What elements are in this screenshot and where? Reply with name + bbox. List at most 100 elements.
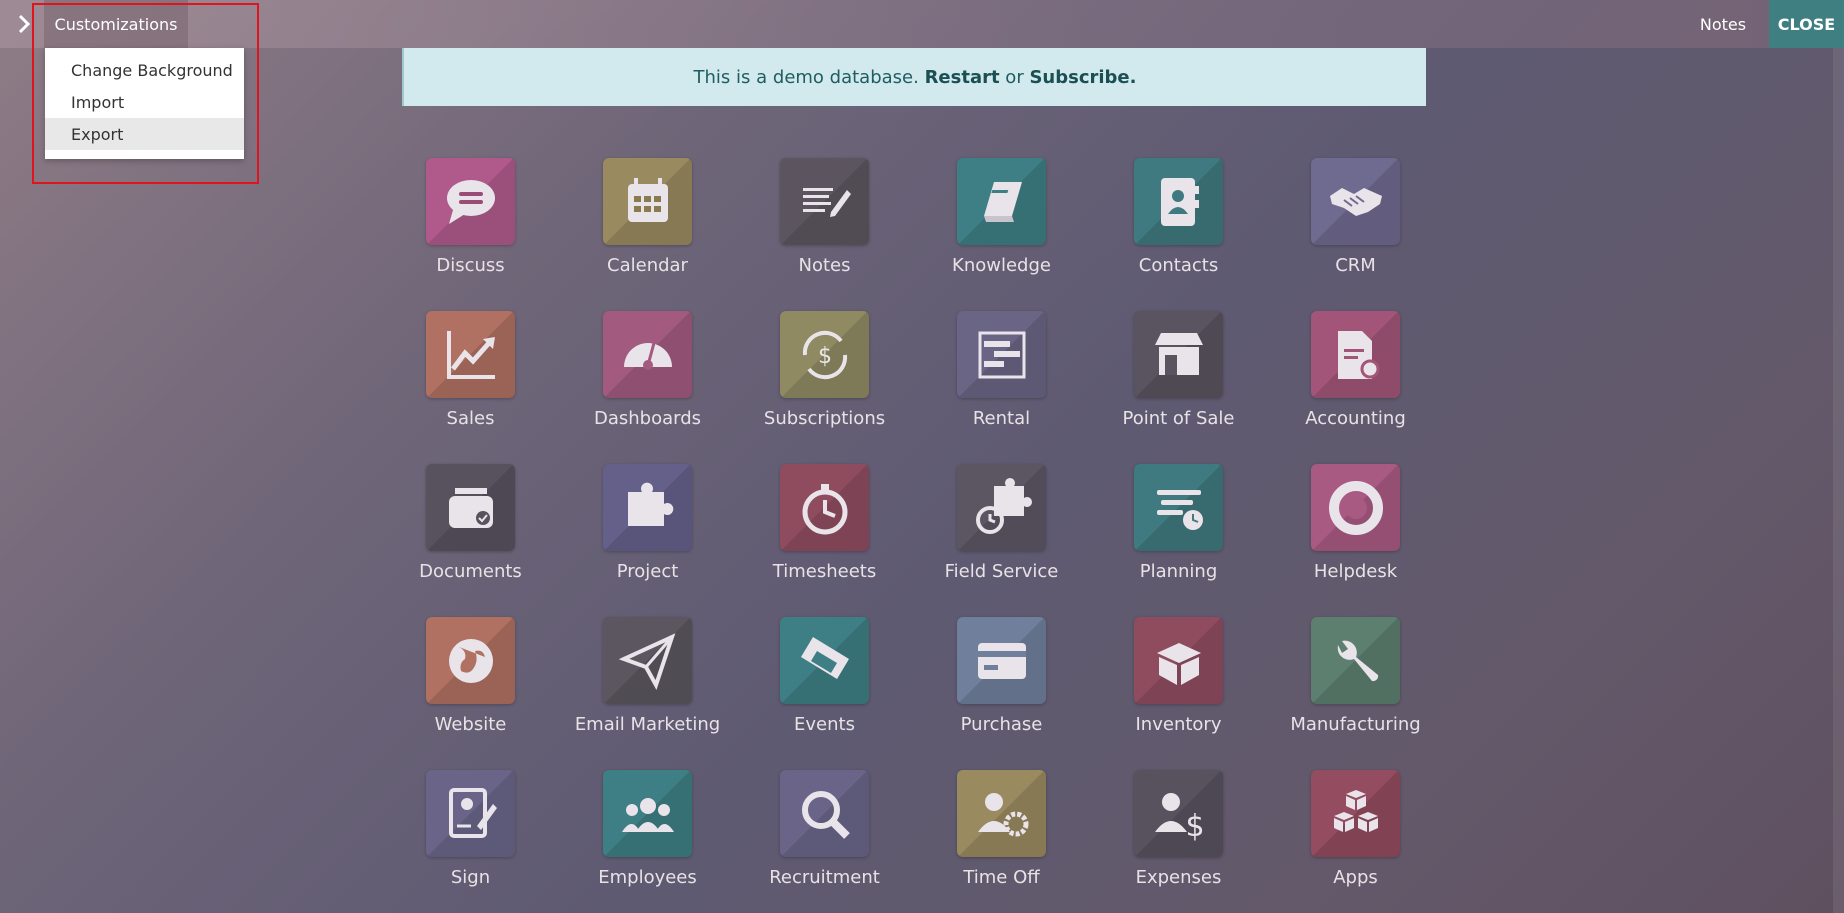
app-subscriptions[interactable]: $ Subscriptions: [736, 311, 913, 451]
app-knowledge[interactable]: Knowledge: [913, 158, 1090, 298]
app-label: Calendar: [607, 255, 688, 276]
app-label: Apps: [1333, 867, 1378, 888]
demo-banner: This is a demo database. Restart or Subs…: [402, 48, 1426, 106]
scrollbar[interactable]: [1833, 48, 1844, 913]
app-label: Project: [616, 561, 679, 582]
user-dollar-icon: $: [1134, 770, 1223, 857]
app-sign[interactable]: Sign: [382, 770, 559, 910]
app-website[interactable]: Website: [382, 617, 559, 757]
app-label: Employees: [598, 867, 697, 888]
chevron-right-icon[interactable]: [10, 10, 38, 38]
subscribe-link[interactable]: Subscribe.: [1029, 67, 1136, 88]
app-accounting[interactable]: Accounting: [1267, 311, 1444, 451]
box-icon: [1134, 617, 1223, 704]
restart-link[interactable]: Restart: [925, 67, 1000, 88]
app-notes[interactable]: Notes: [736, 158, 913, 298]
app-label: CRM: [1335, 255, 1376, 276]
change-background-item[interactable]: Change Background: [45, 54, 244, 86]
banner-text: This is a demo database.: [693, 66, 925, 88]
app-label: Knowledge: [952, 255, 1051, 276]
puzzle-icon: [603, 464, 692, 551]
app-email-marketing[interactable]: Email Marketing: [559, 617, 736, 757]
app-contacts[interactable]: Contacts: [1090, 158, 1267, 298]
app-manufacturing[interactable]: Manufacturing: [1267, 617, 1444, 757]
lifebuoy-icon: [1311, 464, 1400, 551]
app-label: Discuss: [436, 255, 505, 276]
app-inventory[interactable]: Inventory: [1090, 617, 1267, 757]
app-rental[interactable]: Rental: [913, 311, 1090, 451]
recurring-dollar-icon: $: [780, 311, 869, 398]
app-label: Documents: [419, 561, 522, 582]
app-apps[interactable]: Apps: [1267, 770, 1444, 910]
app-label: Sign: [450, 867, 491, 888]
app-timesheets[interactable]: Timesheets: [736, 464, 913, 604]
app-crm[interactable]: CRM: [1267, 158, 1444, 298]
close-button[interactable]: CLOSE: [1769, 0, 1844, 48]
wrench-icon: [1311, 617, 1400, 704]
app-label: Purchase: [960, 714, 1043, 735]
app-label: Point of Sale: [1122, 408, 1235, 429]
magnifier-icon: [780, 770, 869, 857]
book-icon: [957, 158, 1046, 245]
gantt-icon: [957, 311, 1046, 398]
app-discuss[interactable]: Discuss: [382, 158, 559, 298]
app-point-of-sale[interactable]: Point of Sale: [1090, 311, 1267, 451]
app-purchase[interactable]: Purchase: [913, 617, 1090, 757]
puzzle-clock-icon: [957, 464, 1046, 551]
cubes-icon: [1311, 770, 1400, 857]
trend-chart-icon: [426, 311, 515, 398]
chat-bubble-icon: [426, 158, 515, 245]
app-label: Subscriptions: [763, 408, 886, 429]
app-project[interactable]: Project: [559, 464, 736, 604]
stopwatch-icon: [780, 464, 869, 551]
app-calendar[interactable]: Calendar: [559, 158, 736, 298]
svg-text:$: $: [818, 344, 832, 369]
credit-card-icon: [957, 617, 1046, 704]
globe-icon: [426, 617, 515, 704]
app-label: Planning: [1139, 561, 1218, 582]
shop-icon: [1134, 311, 1223, 398]
app-label: Rental: [972, 408, 1031, 429]
app-planning[interactable]: Planning: [1090, 464, 1267, 604]
ticket-icon: [780, 617, 869, 704]
app-dashboards[interactable]: Dashboards: [559, 311, 736, 451]
notes-icon: [780, 158, 869, 245]
app-label: Timesheets: [772, 561, 877, 582]
app-events[interactable]: Events: [736, 617, 913, 757]
app-employees[interactable]: Employees: [559, 770, 736, 910]
svg-text:$: $: [1185, 809, 1204, 844]
team-icon: [603, 770, 692, 857]
customizations-dropdown: Change Background Import Export: [45, 48, 244, 159]
app-field-service[interactable]: Field Service: [913, 464, 1090, 604]
address-book-icon: [1134, 158, 1223, 245]
banner-or: or: [999, 66, 1030, 88]
app-label: Notes: [798, 255, 851, 276]
app-documents[interactable]: Documents: [382, 464, 559, 604]
app-label: Sales: [446, 408, 495, 429]
app-label: Website: [434, 714, 507, 735]
customizations-button[interactable]: Customizations: [44, 0, 188, 48]
app-label: Inventory: [1135, 714, 1222, 735]
export-item[interactable]: Export: [45, 118, 244, 150]
planning-icon: [1134, 464, 1223, 551]
user-gear-icon: [957, 770, 1046, 857]
app-recruitment[interactable]: Recruitment: [736, 770, 913, 910]
paper-plane-icon: [603, 617, 692, 704]
signature-icon: [426, 770, 515, 857]
app-label: Expenses: [1135, 867, 1222, 888]
app-helpdesk[interactable]: Helpdesk: [1267, 464, 1444, 604]
inbox-check-icon: [426, 464, 515, 551]
calendar-icon: [603, 158, 692, 245]
app-label: Recruitment: [769, 867, 880, 888]
app-time-off[interactable]: Time Off: [913, 770, 1090, 910]
app-label: Email Marketing: [574, 714, 721, 735]
app-label: Field Service: [944, 561, 1059, 582]
import-item[interactable]: Import: [45, 86, 244, 118]
top-bar: Customizations Notes CLOSE: [0, 0, 1844, 48]
app-expenses[interactable]: $ Expenses: [1090, 770, 1267, 910]
app-label: Events: [794, 714, 855, 735]
notes-link[interactable]: Notes: [1690, 0, 1756, 48]
app-sales[interactable]: Sales: [382, 311, 559, 451]
handshake-icon: [1311, 158, 1400, 245]
app-label: Helpdesk: [1313, 561, 1398, 582]
